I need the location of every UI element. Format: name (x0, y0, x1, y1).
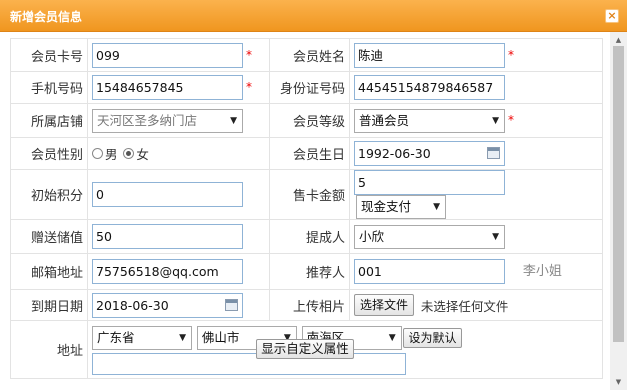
chevron-down-icon: ▼ (492, 115, 499, 126)
name-input[interactable]: 陈迪 (354, 42, 505, 68)
gender-male-label: 男 (105, 147, 118, 162)
gender-male-radio[interactable] (92, 148, 103, 159)
form-row: 会员性别 男 女 会员生日 1992-06-30 (10, 137, 603, 170)
level-select-value: 普通会员 (359, 112, 410, 128)
gender-female-label: 女 (136, 147, 149, 162)
phone-input[interactable]: 15484657845 (92, 75, 243, 100)
name-label: 会员姓名 (269, 38, 350, 72)
chevron-down-icon: ▼ (433, 202, 440, 212)
email-input[interactable]: 75756518@qq.com (92, 259, 243, 284)
referrer-name: 李小姐 (522, 264, 562, 279)
birthday-input[interactable]: 1992-06-30 (354, 141, 505, 166)
proposer-select-value: 小欣 (359, 228, 385, 244)
store-label: 所属店铺 (10, 103, 88, 138)
referrer-input[interactable]: 001 (354, 259, 505, 284)
referrer-label: 推荐人 (269, 253, 350, 290)
add-member-dialog: 新增会员信息 × 会员卡号 099 * 会员姓名 陈迪 * 手机号码 15484… (0, 0, 627, 390)
form-row: 所属店铺 天河区圣多纳门店 ▼ 会员等级 普通会员 ▼ * (10, 103, 603, 138)
initial-points-label: 初始积分 (10, 169, 88, 220)
store-select[interactable]: 天河区圣多纳门店 ▼ (92, 108, 243, 133)
proposer-label: 提成人 (269, 219, 350, 254)
store-select-value: 天河区圣多纳门店 (97, 112, 198, 128)
scroll-down-icon[interactable]: ▼ (610, 374, 627, 390)
card-no-label: 会员卡号 (10, 38, 88, 72)
required-mark: * (246, 80, 252, 94)
form-row: 到期日期 2018-06-30 上传相片 选择文件 未选择任何文件 (10, 289, 603, 321)
payment-select[interactable]: 现金支付 ▼ (356, 195, 446, 219)
form-row: 手机号码 15484657845 * 身份证号码 4454515487984658… (10, 71, 603, 104)
choose-file-button[interactable]: 选择文件 (354, 294, 415, 316)
dialog-title: 新增会员信息 (10, 10, 83, 24)
gender-female-radio[interactable] (123, 148, 135, 159)
dialog-content: 会员卡号 099 * 会员姓名 陈迪 * 手机号码 15484657845 * 身份证… (0, 32, 627, 390)
initial-points-input[interactable]: 0 (92, 182, 243, 207)
id-card-label: 身份证号码 (269, 71, 350, 104)
phone-label: 手机号码 (10, 71, 88, 104)
id-card-input[interactable]: 44545154879846587 (354, 75, 505, 100)
form-row: 会员卡号 099 * 会员姓名 陈迪 * (10, 38, 603, 72)
level-label: 会员等级 (269, 103, 350, 138)
dialog-footer: 显示自定义属性 (0, 339, 610, 359)
form-row: 邮箱地址 75756518@qq.com 推荐人 001 李小姐 (10, 253, 603, 290)
payment-select-value: 现金支付 (361, 199, 412, 214)
card-amount-input[interactable]: 5 (354, 170, 505, 195)
required-mark: * (508, 47, 514, 62)
chevron-down-icon: ▼ (492, 231, 499, 242)
gift-value-input[interactable]: 50 (92, 224, 243, 249)
email-label: 邮箱地址 (10, 253, 88, 290)
card-amount-label: 售卡金额 (269, 169, 350, 220)
photo-label: 上传相片 (269, 289, 350, 321)
vertical-scrollbar[interactable]: ▲ ▼ (610, 32, 627, 390)
file-status: 未选择任何文件 (420, 298, 509, 314)
calendar-icon[interactable] (225, 298, 238, 311)
card-no-input[interactable]: 099 (92, 42, 243, 68)
gift-value-label: 赠送储值 (10, 219, 88, 254)
scrollbar-thumb[interactable] (613, 46, 624, 342)
chevron-down-icon: ▼ (230, 115, 237, 126)
level-select[interactable]: 普通会员 ▼ (354, 108, 505, 133)
expire-input[interactable]: 2018-06-30 (92, 292, 243, 318)
calendar-icon[interactable] (487, 147, 500, 159)
expire-label: 到期日期 (10, 289, 88, 321)
required-mark: * (508, 113, 514, 127)
form-row: 初始积分 0 售卡金额 5 现金支付 ▼ (10, 169, 603, 220)
expire-value: 2018-06-30 (96, 297, 169, 313)
birthday-label: 会员生日 (269, 137, 350, 170)
form-row: 赠送储值 50 提成人 小欣 ▼ (10, 219, 603, 254)
close-icon[interactable]: × (605, 9, 619, 23)
show-custom-attributes-button[interactable]: 显示自定义属性 (256, 339, 354, 359)
required-mark: * (246, 47, 252, 62)
gender-label: 会员性别 (10, 137, 88, 170)
proposer-select[interactable]: 小欣 ▼ (354, 224, 505, 249)
dialog-titlebar: 新增会员信息 × (0, 0, 627, 32)
member-form: 会员卡号 099 * 会员姓名 陈迪 * 手机号码 15484657845 * 身份证… (10, 38, 603, 379)
birthday-value: 1992-06-30 (358, 146, 431, 161)
